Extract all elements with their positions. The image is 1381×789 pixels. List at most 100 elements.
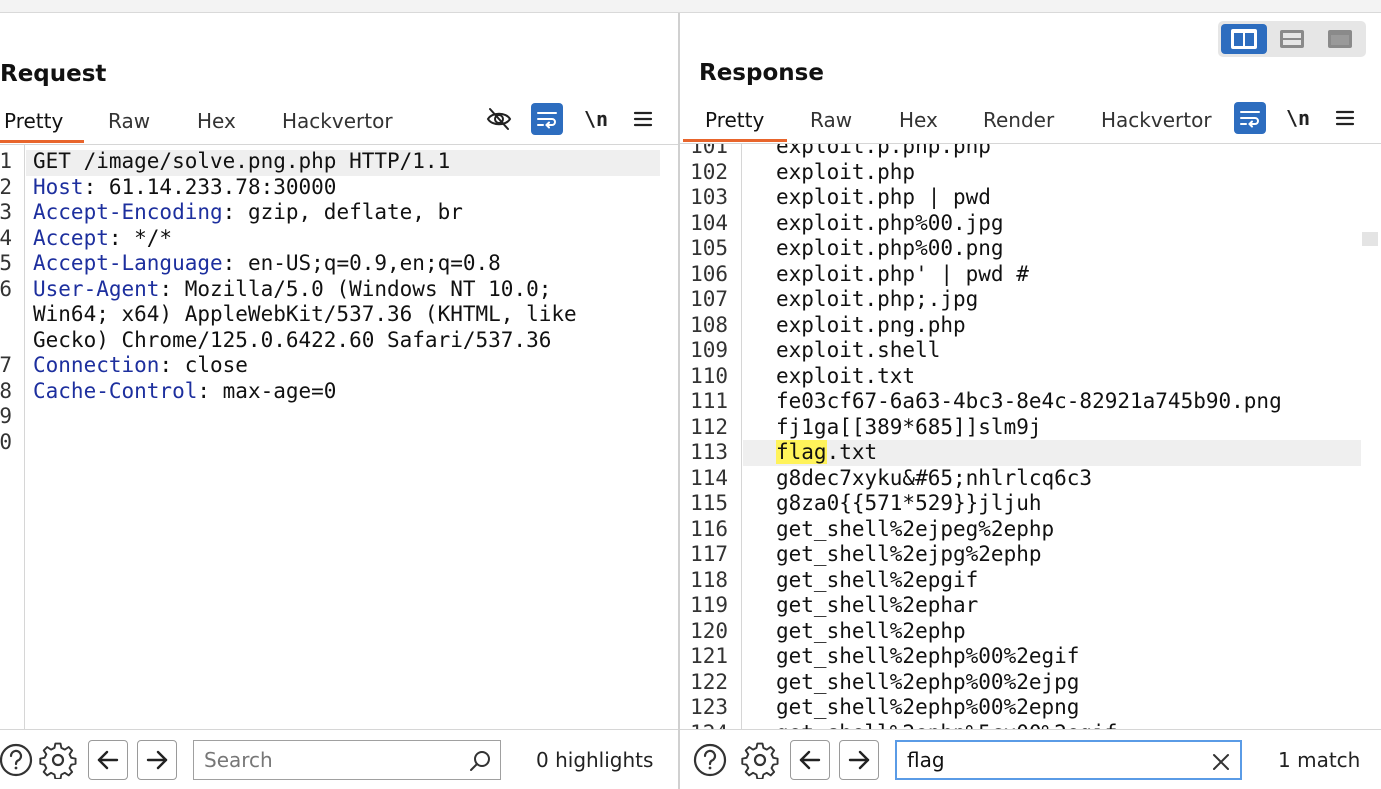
request-next-match-button[interactable] xyxy=(137,740,177,780)
response-search-bar: 1 match xyxy=(680,730,1381,789)
response-line-text: exploit.txt xyxy=(776,363,916,388)
line-number: 9 xyxy=(0,404,12,428)
newline-label: \n xyxy=(1285,106,1311,130)
response-code-line: 105 exploit.php%00.png xyxy=(680,236,1381,262)
request-search-input[interactable] xyxy=(204,741,464,779)
response-line-text: exploit.png.php xyxy=(776,312,966,337)
response-code-line: 122 get_shell%2ephp%00%2ejpg xyxy=(680,670,1381,696)
response-code-line: 110 exploit.txt xyxy=(680,364,1381,390)
header-value: : 61.14.233.78:30000 xyxy=(83,174,337,199)
request-editor[interactable]: 1 GET /image/solve.png.php HTTP/1.1 2 Host:… xyxy=(0,145,678,729)
response-newline-toggle-button[interactable]: \n xyxy=(1282,102,1314,134)
response-tab-hackvertor[interactable]: Hackvertor xyxy=(1101,105,1212,141)
line-number: 107 xyxy=(690,287,728,311)
response-prev-match-button[interactable] xyxy=(790,740,830,780)
request-search-bar: 0 highlights xyxy=(0,730,678,789)
line-number: 114 xyxy=(690,465,728,490)
line-number: 108 xyxy=(690,312,728,337)
request-code-line: 3 Accept-Encoding: gzip, deflate, br xyxy=(0,200,678,226)
response-code-line: 108 exploit.png.php xyxy=(680,313,1381,339)
response-code-line: 123 get_shell%2ephp%00%2epng xyxy=(680,695,1381,721)
search-match-highlight: flag xyxy=(776,440,827,464)
layout-toggle-group xyxy=(1218,21,1366,57)
help-icon xyxy=(0,743,33,777)
response-help-button[interactable] xyxy=(690,740,730,780)
layout-side-by-side-button[interactable] xyxy=(1221,24,1267,54)
line-number: 4 xyxy=(0,225,12,250)
newline-label: \n xyxy=(583,107,609,131)
response-word-wrap-button[interactable] xyxy=(1234,102,1266,134)
hamburger-menu-icon xyxy=(1335,110,1355,126)
request-word-wrap-button[interactable] xyxy=(531,103,563,135)
response-line-text: get_shell%2epgif xyxy=(776,567,979,592)
response-code-line: 112 fj1ga[[389*685]]slm9j xyxy=(680,415,1381,441)
request-prev-match-button[interactable] xyxy=(88,740,128,780)
response-tab-pretty[interactable]: Pretty xyxy=(705,105,764,141)
request-line-text: Accept-Language: en-US;q=0.9,en;q=0.8 xyxy=(33,251,501,277)
line-number: 120 xyxy=(690,618,728,643)
line-number: 102 xyxy=(690,159,728,184)
response-line-text: exploit.php;.jpg xyxy=(776,287,979,311)
hamburger-menu-icon xyxy=(633,111,653,127)
response-code-line: 119 get_shell%2ephar xyxy=(680,593,1381,619)
response-next-match-button[interactable] xyxy=(839,740,879,780)
line-number: 116 xyxy=(690,516,728,541)
response-settings-button[interactable] xyxy=(740,740,780,780)
response-search-input[interactable] xyxy=(907,742,1197,778)
request-newline-toggle-button[interactable]: \n xyxy=(580,103,612,135)
response-menu-button[interactable] xyxy=(1329,102,1361,134)
word-wrap-icon xyxy=(537,112,557,129)
response-code-line: 111 fe03cf67-6a63-4bc3-8e4c-82921a745b90.… xyxy=(680,389,1381,415)
response-title: Response xyxy=(699,60,824,86)
arrow-left-icon xyxy=(799,750,821,770)
request-tabs: Pretty Raw Hex Hackvertor xyxy=(0,106,420,142)
line-number: 6 xyxy=(0,276,12,301)
single-layout-icon xyxy=(1328,30,1352,48)
header-value: : */* xyxy=(108,225,173,250)
line-number: 111 xyxy=(690,389,728,413)
header-value: Gecko) Chrome/125.0.6422.60 Safari/537.3… xyxy=(33,327,552,352)
line-number: 7 xyxy=(0,353,12,377)
line-number: 0 xyxy=(0,429,12,454)
layout-stacked-button[interactable] xyxy=(1269,24,1315,54)
response-tab-raw[interactable]: Raw xyxy=(810,105,852,141)
header-value: GET /image/solve.png.php HTTP/1.1 xyxy=(33,149,451,173)
response-editor[interactable]: 101 exploit.p.php.php 102 exploit.php 103 exp… xyxy=(680,144,1381,729)
layout-tabs-button[interactable] xyxy=(1317,24,1363,54)
gear-icon xyxy=(39,742,77,779)
request-help-button[interactable] xyxy=(0,740,36,780)
request-menu-button[interactable] xyxy=(627,103,659,135)
response-tabs: Pretty Raw Hex Render Hackvertor xyxy=(680,105,1220,141)
response-code-line: 107 exploit.php;.jpg xyxy=(680,287,1381,313)
hide-toggle-button[interactable] xyxy=(483,103,515,135)
response-line-text: exploit.php%00.png xyxy=(776,236,1004,260)
request-tab-raw[interactable]: Raw xyxy=(108,106,150,142)
response-clear-search-button[interactable] xyxy=(1207,748,1235,776)
window-top-strip xyxy=(0,0,1381,13)
response-code-line: 121 get_shell%2ephp%00%2egif xyxy=(680,644,1381,670)
line-number: 104 xyxy=(690,210,728,235)
request-settings-button[interactable] xyxy=(38,740,78,780)
request-code-line: 0 xyxy=(0,430,678,456)
header-name: Host xyxy=(33,174,84,199)
request-code-line: 2 Host: 61.14.233.78:30000 xyxy=(0,175,678,201)
request-line-text: Win64; x64) AppleWebKit/537.36 (KHTML, l… xyxy=(33,302,577,328)
response-search-box xyxy=(895,740,1242,780)
request-tab-pretty[interactable]: Pretty xyxy=(4,106,63,142)
response-line-text: get_shell%2ejpeg%2ephp xyxy=(776,516,1055,541)
request-code-line: 7 Connection: close xyxy=(0,353,678,379)
request-code-line: 8 Cache-Control: max-age=0 xyxy=(0,379,678,405)
response-tab-hex[interactable]: Hex xyxy=(899,105,938,141)
close-icon xyxy=(1213,754,1229,770)
request-tab-hex[interactable]: Hex xyxy=(197,106,236,142)
response-tab-render[interactable]: Render xyxy=(983,105,1054,141)
eye-off-icon xyxy=(486,108,512,130)
response-line-text: get_shell%2ejpg%2ephp xyxy=(776,542,1042,566)
response-code-line: 120 get_shell%2ephp xyxy=(680,619,1381,645)
request-code-line: 6 User-Agent: Mozilla/5.0 (Windows NT 10.… xyxy=(0,277,678,303)
request-search-icon-button[interactable] xyxy=(466,747,494,775)
request-tab-hackvertor[interactable]: Hackvertor xyxy=(282,106,393,142)
line-number: 122 xyxy=(690,669,728,694)
response-code-line: 104 exploit.php%00.jpg xyxy=(680,211,1381,237)
header-name: Accept-Encoding xyxy=(33,200,223,224)
